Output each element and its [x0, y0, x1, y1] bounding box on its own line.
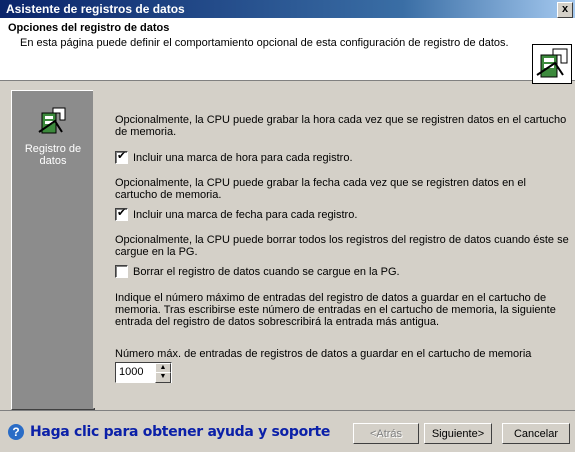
help-link[interactable]: ? Haga clic para obtener ayuda y soporte	[8, 424, 330, 440]
include-date-checkbox[interactable]: Incluir una marca de fecha para cada reg…	[115, 206, 358, 221]
sidebar: Registro de datos	[11, 90, 95, 410]
date-description: Opcionalmente, la CPU puede grabar la fe…	[115, 177, 526, 201]
help-icon[interactable]: ?	[8, 424, 24, 440]
include-time-checkbox[interactable]: Incluir una marca de hora para cada regi…	[115, 149, 353, 164]
back-button[interactable]: <Atrás	[353, 423, 419, 444]
next-button[interactable]: Siguiente>	[424, 423, 492, 444]
include-date-label: Incluir una marca de fecha para cada reg…	[133, 208, 358, 221]
include-time-label: Incluir una marca de hora para cada regi…	[133, 151, 353, 164]
checkbox-checked-icon[interactable]	[115, 206, 128, 221]
checkbox-checked-icon[interactable]	[115, 149, 128, 164]
clear-log-checkbox[interactable]: Borrar el registro de datos cuando se ca…	[115, 265, 400, 278]
max-entries-value[interactable]: 1000	[119, 366, 143, 378]
max-entries-label: Número máx. de entradas de registros de …	[115, 348, 532, 360]
page-subtitle: En esta página puede definir el comporta…	[20, 37, 509, 49]
window-title: Asistente de registros de datos	[6, 2, 185, 16]
page-title: Opciones del registro de datos	[8, 22, 170, 34]
clear-log-label: Borrar el registro de datos cuando se ca…	[133, 265, 400, 278]
checkbox-unchecked-icon[interactable]	[115, 265, 128, 278]
title-bar: Asistente de registros de datos x	[0, 0, 575, 18]
time-description: Opcionalmente, la CPU puede grabar la ho…	[115, 114, 567, 138]
spin-down-icon[interactable]: ▼	[155, 372, 171, 383]
help-text[interactable]: Haga clic para obtener ayuda y soporte	[30, 424, 330, 440]
wizard-footer: ? Haga clic para obtener ayuda y soporte…	[0, 410, 575, 452]
max-entries-stepper[interactable]: 1000 ▲ ▼	[115, 362, 172, 383]
data-log-icon	[532, 44, 572, 84]
data-log-icon	[36, 105, 68, 137]
cancel-button[interactable]: Cancelar	[502, 423, 570, 444]
close-button[interactable]: x	[557, 2, 573, 18]
options-panel: Opcionalmente, la CPU puede grabar la ho…	[93, 90, 573, 408]
sidebar-item-registro-de-datos[interactable]: Registro de datos	[12, 143, 94, 167]
wizard-window: Asistente de registros de datos x Opcion…	[0, 0, 575, 452]
max-description: Indique el número máximo de entradas del…	[115, 292, 556, 328]
clear-description: Opcionalmente, la CPU puede borrar todos…	[115, 234, 569, 258]
page-header: Opciones del registro de datos En esta p…	[0, 18, 575, 84]
